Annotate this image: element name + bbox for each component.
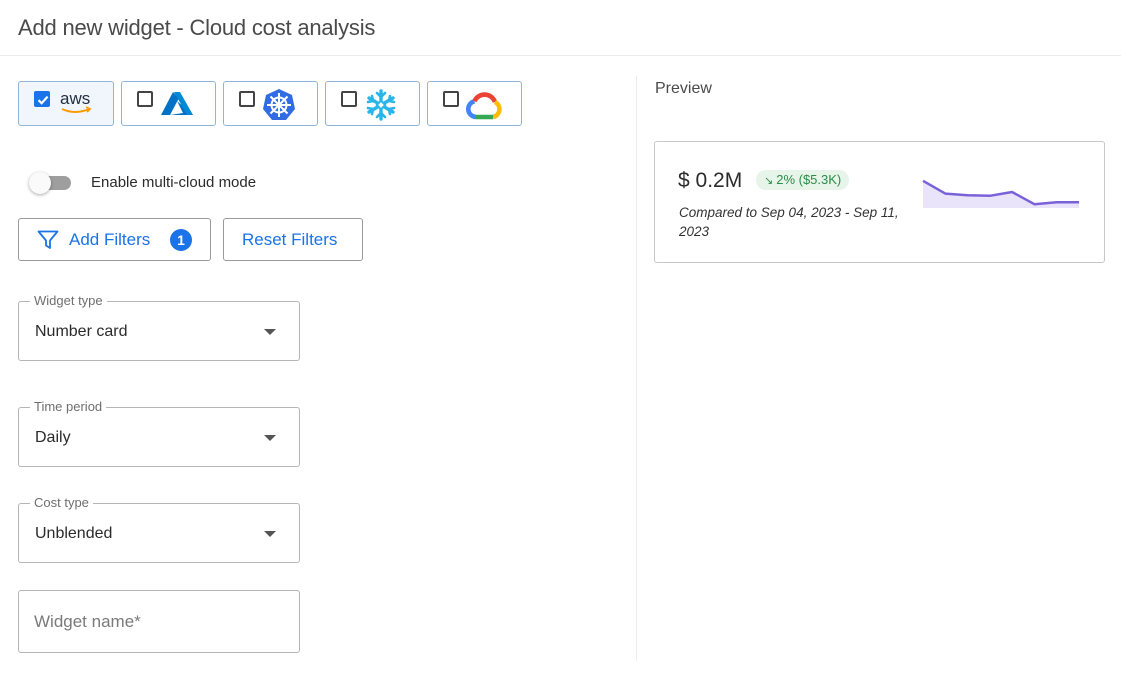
page-title: Add new widget - Cloud cost analysis [18,15,376,40]
checkbox-checked-icon[interactable] [34,91,50,107]
checkbox-unchecked-icon[interactable] [341,91,357,107]
caret-down-icon [264,531,276,537]
cost-type-select[interactable]: Cost type Unblended [18,495,300,563]
widget-name-input[interactable] [18,590,300,653]
provider-snowflake[interactable] [325,81,420,126]
time-period-label: Time period [30,399,107,414]
widget-type-select[interactable]: Widget type Number card [18,293,300,361]
checkbox-unchecked-icon[interactable] [443,91,459,107]
preview-number-card: $ 0.2M ↘ 2% ($5.3K) Compared to Sep 04, 2… [654,141,1105,263]
time-period-select[interactable]: Time period Daily [18,399,300,467]
azure-logo [160,91,194,122]
multicloud-label: Enable multi-cloud mode [91,174,257,191]
snowflake-logo [364,88,398,127]
delta-badge: ↘ 2% ($5.3K) [756,170,850,190]
aws-logo-text: aws [60,89,90,108]
checkbox-unchecked-icon[interactable] [239,91,255,107]
toggle-knob [29,172,51,194]
provider-google-cloud[interactable] [427,81,522,126]
cost-type-label: Cost type [30,495,93,510]
provider-aws[interactable]: aws [18,81,114,126]
reset-filters-label: Reset Filters [242,230,338,249]
kubernetes-logo [262,88,296,127]
multicloud-toggle[interactable] [29,172,71,194]
time-period-value: Daily [35,429,71,446]
checkbox-unchecked-icon[interactable] [137,91,153,107]
provider-kubernetes[interactable] [223,81,318,126]
delta-text: 2% ($5.3K) [776,172,842,187]
add-filters-label: Add Filters [69,230,151,249]
filter-count-badge: 1 [170,229,192,251]
provider-azure[interactable] [121,81,216,126]
google-cloud-logo [465,90,502,125]
trend-down-icon: ↘ [764,175,774,187]
add-filters-button[interactable]: Add Filters 1 [18,218,211,261]
caret-down-icon [264,435,276,441]
sparkline-chart [922,179,1079,208]
caret-down-icon [264,329,276,335]
header: Add new widget - Cloud cost analysis [0,0,1121,56]
preview-heading: Preview [655,80,712,97]
widget-type-value: Number card [35,323,128,340]
filter-icon [37,230,59,255]
reset-filters-button[interactable]: Reset Filters [223,218,363,261]
cost-type-value: Unblended [35,525,113,542]
compare-text: Compared to Sep 04, 2023 - Sep 11, 2023 [679,205,899,239]
aws-logo: aws [59,88,95,123]
widget-type-label: Widget type [30,293,107,308]
panel-divider [636,76,637,661]
card-value: $ 0.2M [678,169,743,192]
